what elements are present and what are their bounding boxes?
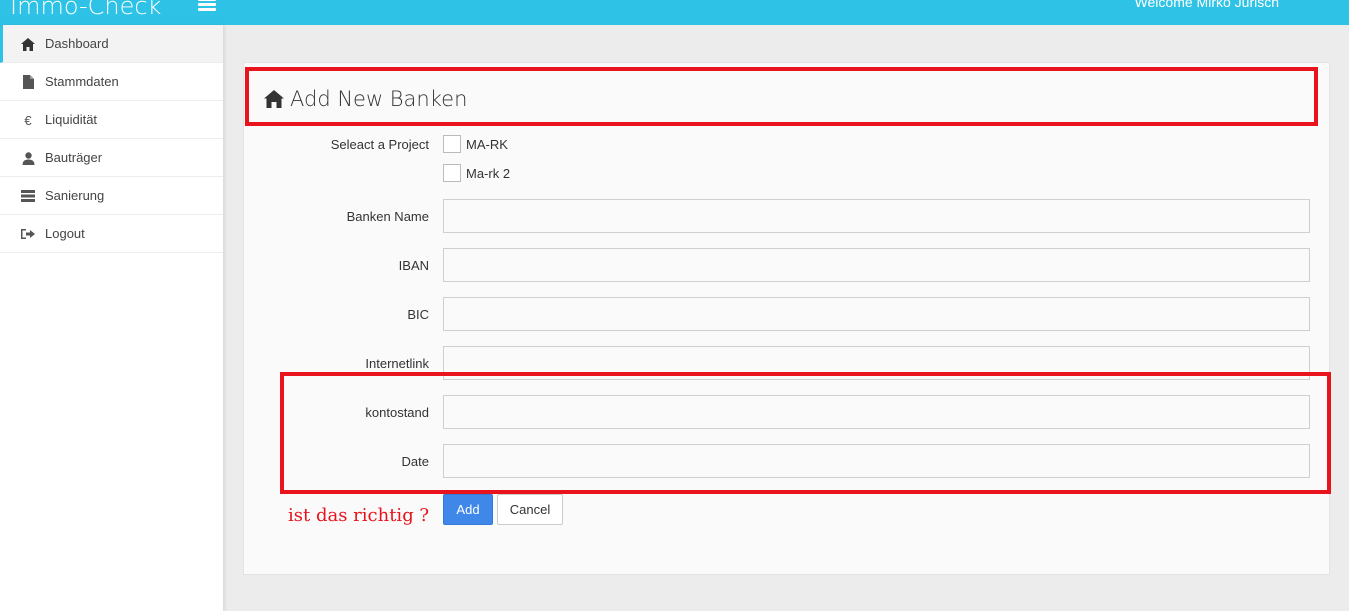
user-icon [20, 150, 36, 166]
logout-icon [20, 226, 36, 242]
sidebar-item-logout[interactable]: Logout [0, 215, 223, 253]
file-icon [20, 74, 36, 90]
sidebar-item-label: Dashboard [45, 36, 109, 51]
add-button[interactable]: Add [443, 494, 493, 525]
add-banken-panel: Add New Banken Seleact a Project MA-RK M… [243, 62, 1330, 575]
sidebar-item-label: Liquidität [45, 112, 98, 127]
iban-input[interactable] [443, 248, 1310, 282]
menu-toggle-icon[interactable] [198, 0, 216, 12]
bic-input[interactable] [443, 297, 1310, 331]
project-checkbox[interactable] [443, 135, 461, 153]
home-icon [20, 36, 36, 52]
annotation-text: ist das richtig ? [288, 505, 430, 526]
sidebar-item-label: Sanierung [45, 188, 105, 203]
sidebar-item-stammdaten[interactable]: Stammdaten [0, 63, 223, 101]
server-icon [20, 188, 36, 204]
project-option-label: Ma-rk 2 [466, 165, 511, 181]
project-option-ma-rk-2[interactable]: Ma-rk 2 [443, 164, 510, 182]
sidebar-item-label: Bauträger [45, 150, 103, 165]
welcome-text: Welcome Mirko Jurisch [1134, 0, 1279, 10]
banken-name-input[interactable] [443, 199, 1310, 233]
cancel-button[interactable]: Cancel [497, 494, 563, 525]
euro-icon: € [24, 112, 32, 128]
home-icon [264, 90, 284, 108]
sidebar-item-bautraeger[interactable]: Bauträger [0, 139, 223, 177]
sidebar-item-label: Stammdaten [45, 74, 119, 89]
sidebar: Dashboard Stammdaten € Liquidität Bauträ… [0, 25, 224, 611]
iban-label: IBAN [398, 258, 429, 273]
sidebar-item-dashboard[interactable]: Dashboard [0, 25, 223, 63]
sidebar-item-label: Logout [45, 226, 85, 241]
page-title-text: Add New Banken [290, 87, 468, 111]
project-checkbox[interactable] [443, 164, 461, 182]
top-navbar: Immo-Check Welcome Mirko Jurisch [0, 0, 1349, 25]
page-title: Add New Banken [264, 87, 467, 111]
select-project-label: Seleact a Project [330, 137, 429, 152]
app-brand[interactable]: Immo-Check [10, 0, 161, 20]
bic-label: BIC [407, 307, 429, 322]
internetlink-label: Internetlink [365, 356, 429, 371]
internetlink-input[interactable] [443, 346, 1310, 380]
project-option-label: MA-RK [466, 136, 508, 152]
date-label: Date [401, 454, 429, 469]
sidebar-item-liquiditaet[interactable]: € Liquidität [0, 101, 223, 139]
kontostand-input[interactable] [443, 395, 1310, 429]
date-input[interactable] [443, 444, 1310, 478]
project-option-ma-rk[interactable]: MA-RK [443, 135, 508, 153]
banken-name-label: Banken Name [346, 209, 429, 224]
kontostand-label: kontostand [365, 405, 429, 420]
sidebar-item-sanierung[interactable]: Sanierung [0, 177, 223, 215]
